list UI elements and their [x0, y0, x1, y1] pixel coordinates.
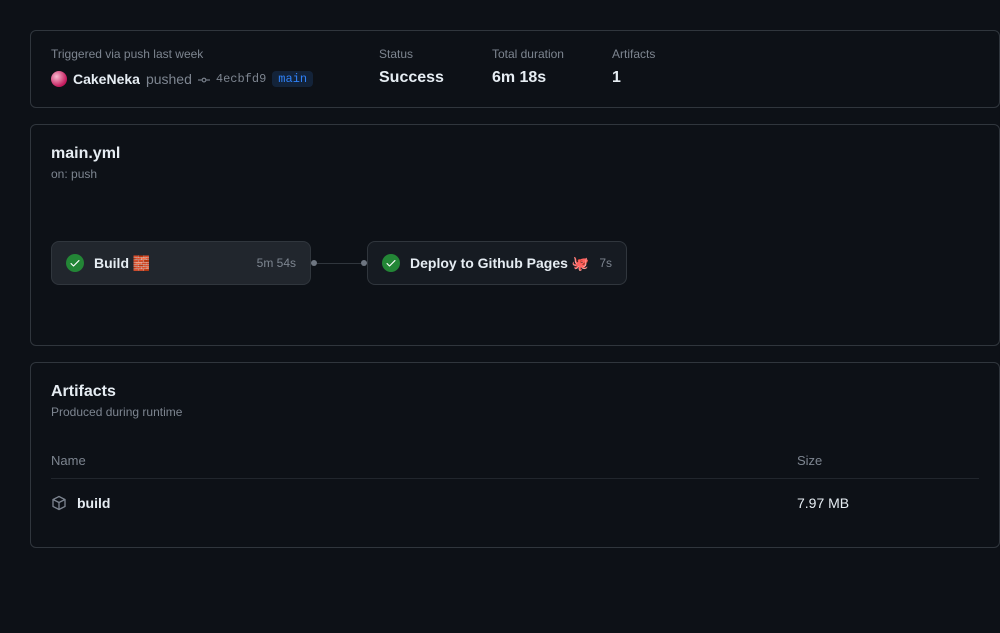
workflow-trigger: on: push	[51, 167, 979, 181]
column-header-name: Name	[51, 453, 797, 468]
duration-value[interactable]: 6m 18s	[492, 69, 564, 87]
action-text: pushed	[146, 71, 192, 87]
job-name: Build 🧱	[94, 255, 247, 272]
table-row: build 7.97 MB	[51, 478, 979, 527]
graph-connector	[311, 260, 367, 266]
duration-column: Total duration 6m 18s	[492, 47, 564, 87]
artifacts-title: Artifacts	[51, 383, 979, 401]
artifacts-subtitle: Produced during runtime	[51, 405, 979, 419]
artifacts-table: Name Size build 7.97 MB	[51, 443, 979, 527]
actor-avatar[interactable]	[51, 71, 67, 87]
workflow-graph: Build 🧱 5m 54s Deploy to Github Pages 🐙 …	[51, 241, 979, 285]
status-label: Status	[379, 47, 444, 61]
trigger-row: CakeNeka pushed 4ecbfd9 main	[51, 71, 331, 87]
artifact-size: 7.97 MB	[797, 495, 917, 511]
duration-label: Total duration	[492, 47, 564, 61]
branch-badge[interactable]: main	[272, 71, 313, 87]
workflow-title: main.yml	[51, 145, 979, 163]
artifact-name-cell[interactable]: build	[51, 495, 797, 511]
status-column: Status Success	[379, 47, 444, 87]
job-card-build[interactable]: Build 🧱 5m 54s	[51, 241, 311, 285]
job-duration: 7s	[599, 256, 612, 270]
artifacts-count-label: Artifacts	[612, 47, 655, 61]
commit-icon	[198, 73, 210, 85]
status-value: Success	[379, 69, 444, 87]
job-card-deploy[interactable]: Deploy to Github Pages 🐙 7s	[367, 241, 627, 285]
trigger-column: Triggered via push last week CakeNeka pu…	[51, 47, 331, 87]
artifact-name: build	[77, 495, 110, 511]
job-name: Deploy to Github Pages 🐙	[410, 255, 589, 272]
artifacts-count-value[interactable]: 1	[612, 69, 655, 87]
artifacts-panel: Artifacts Produced during runtime Name S…	[30, 362, 1000, 548]
run-summary-panel: Triggered via push last week CakeNeka pu…	[30, 30, 1000, 108]
commit-sha-link[interactable]: 4ecbfd9	[216, 72, 266, 86]
job-duration: 5m 54s	[257, 256, 296, 270]
success-icon	[382, 254, 400, 272]
table-header: Name Size	[51, 443, 979, 478]
connector-line	[317, 263, 361, 264]
column-header-size: Size	[797, 453, 917, 468]
trigger-label: Triggered via push last week	[51, 47, 331, 61]
actor-link[interactable]: CakeNeka	[73, 71, 140, 87]
success-icon	[66, 254, 84, 272]
package-icon	[51, 495, 67, 511]
workflow-panel: main.yml on: push Build 🧱 5m 54s Deploy …	[30, 124, 1000, 346]
artifacts-column: Artifacts 1	[612, 47, 655, 87]
